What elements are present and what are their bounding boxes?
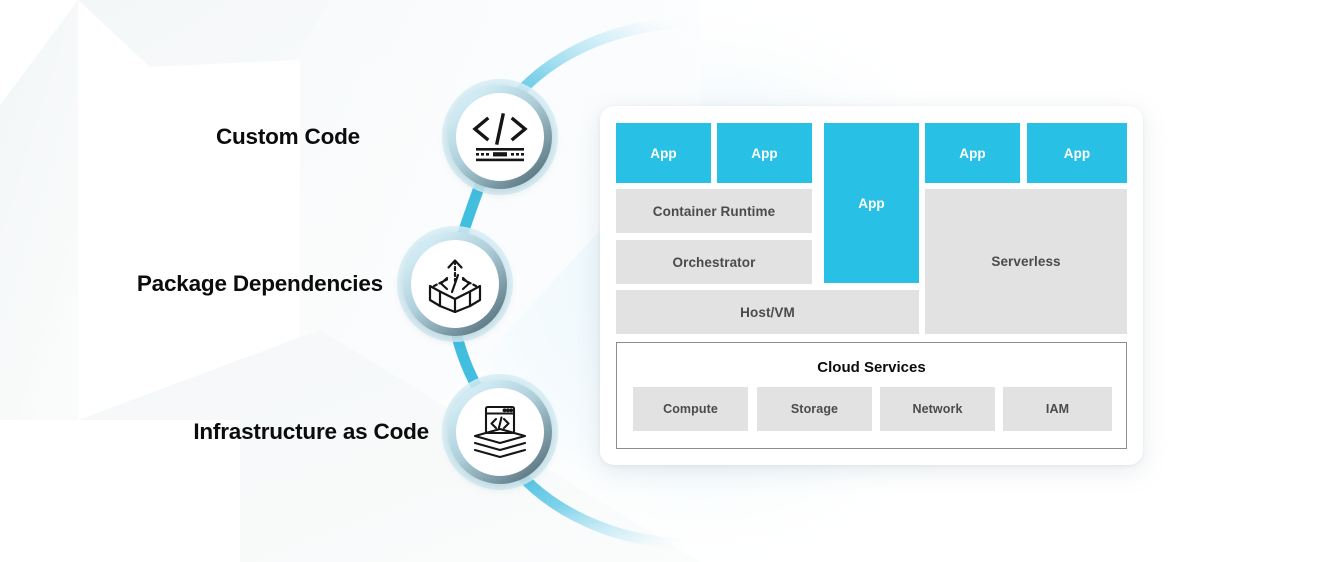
- app-block-tall[interactable]: App: [824, 123, 919, 283]
- container-runtime-block[interactable]: Container Runtime: [616, 189, 812, 233]
- cloud-service-storage[interactable]: Storage: [757, 387, 872, 431]
- stacked-layers-code-icon: [473, 405, 527, 459]
- cloud-services-box: Cloud Services Compute Storage Network I…: [616, 342, 1127, 449]
- stage-badge-infrastructure-as-code: [442, 374, 558, 490]
- stage-label-custom-code: Custom Code: [215, 124, 360, 149]
- app-block[interactable]: App: [925, 123, 1020, 183]
- stage-label-package-dependencies: Package Dependencies: [136, 271, 383, 296]
- code-brackets-icon: [472, 112, 528, 162]
- app-block[interactable]: App: [616, 123, 711, 183]
- cloud-service-iam[interactable]: IAM: [1003, 387, 1112, 431]
- stage-badge-package-dependencies: [397, 226, 513, 342]
- stage-badge-custom-code: [442, 79, 558, 195]
- cloud-service-network[interactable]: Network: [880, 387, 995, 431]
- badge-inner: [456, 93, 544, 181]
- badge-inner: [456, 388, 544, 476]
- diagram-canvas: Custom Code Package Dependencies Infrast…: [0, 0, 1341, 562]
- app-block[interactable]: App: [1027, 123, 1127, 183]
- host-vm-block[interactable]: Host/VM: [616, 290, 919, 334]
- app-block[interactable]: App: [717, 123, 812, 183]
- cloud-service-compute[interactable]: Compute: [633, 387, 748, 431]
- serverless-block[interactable]: Serverless: [925, 189, 1127, 334]
- badge-inner: [411, 240, 499, 328]
- package-box-code-icon: [428, 259, 482, 313]
- orchestrator-block[interactable]: Orchestrator: [616, 240, 812, 284]
- architecture-panel: App App App App App Container Runtime Or…: [600, 106, 1143, 465]
- cloud-services-title: Cloud Services: [817, 359, 926, 376]
- stage-label-infrastructure-as-code: Infrastructure as Code: [193, 419, 429, 444]
